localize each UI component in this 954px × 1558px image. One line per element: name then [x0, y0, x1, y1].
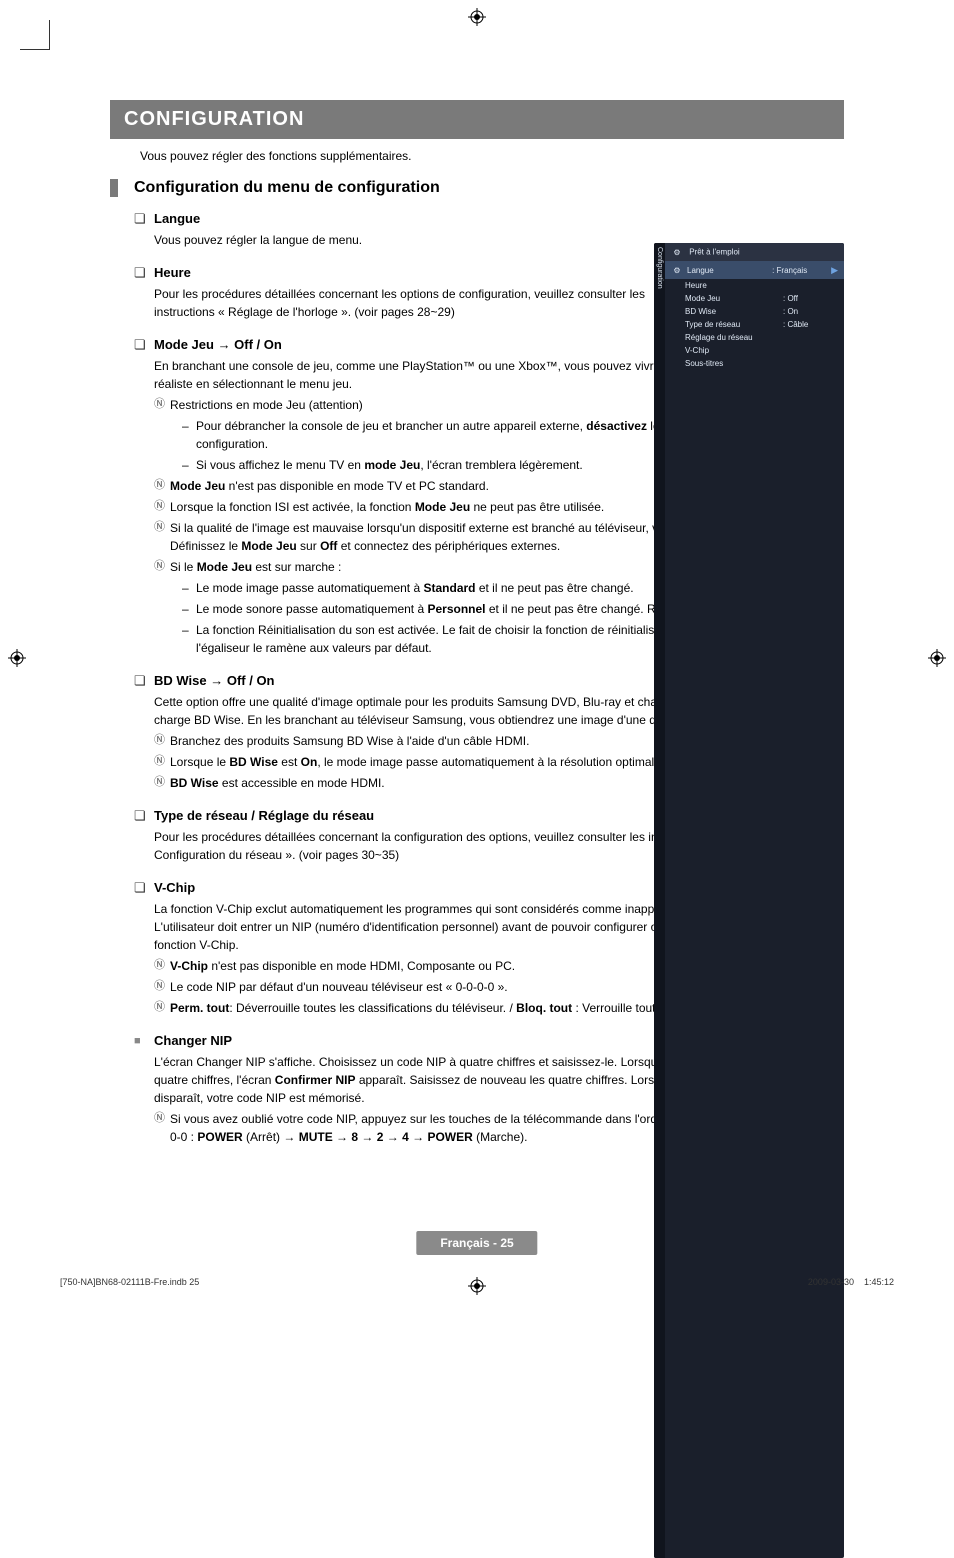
heading-bar-icon [110, 179, 118, 197]
bullet-icon: ❏ [134, 880, 148, 896]
bullet-icon: ❏ [134, 265, 148, 281]
osd-top-row: ⚙ Prêt à l'emploi [665, 243, 844, 261]
note-icon: Ⓝ [154, 999, 170, 1017]
crop-mark-icon [20, 20, 50, 50]
sub-title: Type de réseau / Réglage du réseau [154, 808, 374, 823]
osd-row-label: Type de réseau [685, 320, 783, 329]
osd-top-label: Prêt à l'emploi [689, 248, 739, 257]
note-icon: Ⓝ [154, 498, 170, 516]
dash-icon: – [182, 456, 196, 474]
osd-row: Mode Jeu: Off [679, 292, 844, 305]
sub-body: Pour les procédures détaillées concernan… [154, 285, 654, 321]
bullet-icon: ❏ [134, 337, 148, 353]
osd-row-label: Heure [685, 281, 783, 290]
footer-right: 2009-03-30 1:45:12 [808, 1277, 894, 1287]
osd-row-label: Sous-titres [685, 359, 783, 368]
intro-text: Vous pouvez régler des fonctions supplém… [140, 149, 844, 163]
dash-icon: – [182, 579, 196, 597]
dash-icon: – [182, 417, 196, 453]
osd-row-value: : Câble [783, 320, 838, 329]
note-icon: Ⓝ [154, 753, 170, 771]
note-icon: Ⓝ [154, 519, 170, 555]
sub-title: Mode Jeu → Off / On [154, 337, 282, 352]
osd-row: Type de réseau: Câble [679, 318, 844, 331]
osd-row-label: Réglage du réseau [685, 333, 783, 342]
registration-mark-icon [468, 1277, 486, 1295]
osd-row-label: Mode Jeu [685, 294, 783, 303]
plug-icon: ⚙ [671, 246, 683, 258]
note-icon: Ⓝ [154, 477, 170, 495]
osd-row: Réglage du réseau [679, 331, 844, 344]
heading-text: Configuration du menu de configuration [134, 179, 440, 197]
note-icon: Ⓝ [154, 396, 170, 414]
sub-title: BD Wise → Off / On [154, 673, 275, 688]
page-footer-bar: Français - 25 [416, 1231, 537, 1255]
registration-mark-icon [928, 649, 946, 667]
bullet-icon: ❏ [134, 211, 148, 227]
page-content: CONFIGURATION Vous pouvez régler des fon… [0, 0, 954, 1222]
osd-sel-label: Langue [687, 266, 772, 275]
osd-panel: Configuration ⚙ Prêt à l'emploi ⚙ Langue… [654, 243, 844, 1558]
note-icon: Ⓝ [154, 732, 170, 750]
osd-sel-value: : Français [772, 266, 827, 275]
section-heading: Configuration du menu de configuration [110, 179, 844, 197]
note-icon: Ⓝ [154, 774, 170, 792]
registration-mark-icon [8, 649, 26, 667]
sub-title: Heure [154, 265, 191, 280]
osd-row-label: V-Chip [685, 346, 783, 355]
osd-row-value: : On [783, 307, 838, 316]
page-title-bar: CONFIGURATION [110, 100, 844, 139]
osd-row: Sous-titres [679, 357, 844, 370]
note-icon: Ⓝ [154, 978, 170, 996]
chevron-right-icon: ▶ [831, 265, 838, 276]
osd-side-label: Configuration [654, 243, 665, 1558]
sub-title: V-Chip [154, 880, 195, 895]
note-icon: Ⓝ [154, 957, 170, 975]
sub-title: Langue [154, 211, 200, 226]
osd-row: BD Wise: On [679, 305, 844, 318]
registration-mark-icon [468, 8, 486, 26]
gear-icon: ⚙ [671, 264, 683, 276]
dash-icon: – [182, 621, 196, 657]
note-icon: Ⓝ [154, 558, 170, 576]
bullet-icon: ❏ [134, 673, 148, 689]
dash-icon: – [182, 600, 196, 618]
footer-left: [750-NA]BN68-02111B-Fre.indb 25 [60, 1277, 199, 1287]
bullet-icon: ■ [134, 1033, 148, 1049]
sub-title: Changer NIP [154, 1033, 232, 1048]
osd-selected-row: ⚙ Langue : Français ▶ [665, 261, 844, 279]
osd-row-value: : Off [783, 294, 838, 303]
osd-row-label: BD Wise [685, 307, 783, 316]
osd-row: V-Chip [679, 344, 844, 357]
osd-row: Heure [679, 279, 844, 292]
note-icon: Ⓝ [154, 1110, 170, 1146]
bullet-icon: ❏ [134, 808, 148, 824]
